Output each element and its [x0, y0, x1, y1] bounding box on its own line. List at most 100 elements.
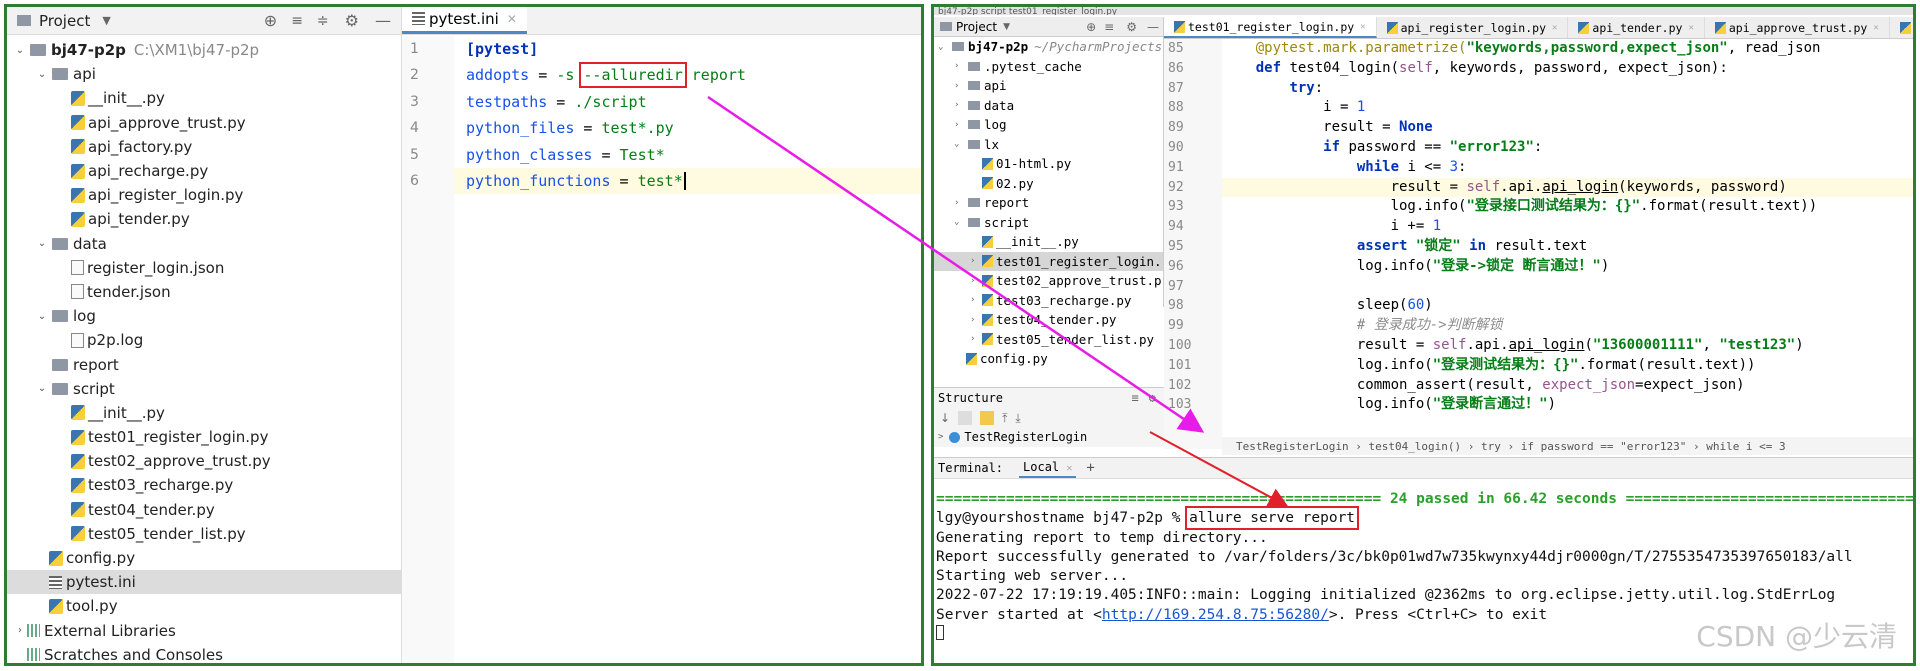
collapse-icon[interactable]: ⤓	[1015, 411, 1020, 426]
chevron-right-icon[interactable]: ›	[954, 81, 966, 91]
tree-item[interactable]: ⌄ data	[7, 232, 401, 256]
editor-tab[interactable]: test01_register_login.py ✕	[1164, 17, 1377, 38]
editor-tab[interactable]: api_approve_trust.py ✕	[1705, 17, 1890, 38]
locate-icon[interactable]: ⊕	[264, 11, 277, 30]
server-link[interactable]: http://169.254.8.75:56280/	[1102, 607, 1329, 623]
tree-item[interactable]: 01-html.py	[934, 154, 1163, 174]
close-icon[interactable]: ✕	[1688, 23, 1693, 33]
code-breadcrumb[interactable]: TestRegisterLogin › test04_login() › try…	[1222, 437, 1913, 455]
gear-icon[interactable]: ⚙	[1126, 20, 1137, 34]
expand-icon[interactable]: ⤒	[1002, 411, 1007, 426]
right-code-area[interactable]: @pytest.mark.parametrize("keywords,passw…	[1222, 39, 1913, 449]
tree-item[interactable]: __init__.py	[7, 86, 401, 110]
tree-item[interactable]: 02.py	[934, 174, 1163, 194]
tree-item[interactable]: › .pytest_cache	[934, 57, 1163, 77]
chevron-down-icon[interactable]: ⌄	[35, 69, 49, 80]
tree-item[interactable]: pytest.ini	[7, 570, 401, 595]
close-icon[interactable]: ✕	[507, 12, 517, 26]
chevron-down-icon[interactable]: ⌄	[938, 42, 950, 52]
tree-item[interactable]: test04_tender.py	[7, 498, 401, 522]
tree-item[interactable]: register_login.json	[7, 256, 401, 280]
tree-item[interactable]: test02_approve_trust.py	[7, 449, 401, 473]
add-tab-icon[interactable]: +	[1086, 460, 1094, 476]
chevron-right-icon[interactable]: ›	[954, 198, 966, 208]
tree-item[interactable]: report	[7, 352, 401, 376]
sort-alpha-icon[interactable]: ↓	[940, 411, 950, 425]
chevron-down-icon[interactable]: ⌄	[954, 217, 966, 227]
chevron-down-icon[interactable]: ⌄	[35, 311, 49, 322]
tree-item[interactable]: test03_recharge.py	[7, 473, 401, 497]
chevron-right-icon[interactable]: ›	[970, 276, 982, 286]
tree-item[interactable]: api_approve_trust.py	[7, 111, 401, 135]
chevron-right-icon[interactable]: ›	[954, 100, 966, 110]
code-line[interactable]: [pytest]	[454, 36, 921, 62]
tree-item[interactable]: › External Libraries	[7, 619, 401, 643]
tree-item[interactable]: ⌄ api	[7, 62, 401, 86]
tree-item[interactable]: › log	[934, 115, 1163, 135]
chevron-right-icon[interactable]: ›	[970, 256, 982, 266]
code-line[interactable]: python_functions = test*	[454, 167, 921, 195]
tree-item[interactable]: __init__.py	[7, 401, 401, 425]
tree-item[interactable]: › test04_tender.py	[934, 310, 1163, 330]
chevron-down-icon[interactable]: ▼	[1003, 22, 1010, 32]
tree-item[interactable]: api_tender.py	[7, 207, 401, 231]
tab-pytest-ini[interactable]: pytest.ini ✕	[402, 7, 527, 34]
right-project-title[interactable]: Project	[956, 20, 997, 34]
sort-icon[interactable]: ≡	[1132, 391, 1139, 405]
tree-item[interactable]: › test01_register_login.	[934, 251, 1163, 271]
tree-item[interactable]: ⌄ bj47-p2p C:\XM1\bj47-p2p	[7, 38, 401, 62]
chevron-down-icon[interactable]: ⌄	[35, 238, 49, 249]
close-icon[interactable]: ✕	[1360, 22, 1365, 32]
chevron-down-icon[interactable]: ⌄	[35, 383, 49, 394]
tree-item[interactable]: Scratches and Consoles	[7, 643, 401, 663]
chevron-right-icon[interactable]: ›	[954, 120, 966, 130]
code-line[interactable]: testpaths = ./script	[454, 89, 921, 115]
chevron-right-icon[interactable]: ›	[954, 61, 966, 71]
gear-icon[interactable]: ⚙	[1149, 391, 1156, 405]
tree-item[interactable]: test05_tender_list.py	[7, 522, 401, 546]
chevron-down-icon[interactable]: ⌄	[954, 139, 966, 149]
tree-item[interactable]: api_recharge.py	[7, 159, 401, 183]
tree-item[interactable]: ⌄ lx	[934, 135, 1163, 155]
code-line[interactable]: python_files = test*.py	[454, 115, 921, 141]
expand-all-icon[interactable]: ≑	[317, 13, 329, 29]
tree-item[interactable]: config.py	[934, 349, 1163, 369]
editor-tab[interactable]: api_tender.py ✕	[1568, 17, 1705, 38]
tree-item[interactable]: ⌄ log	[7, 304, 401, 328]
tree-item[interactable]: › data	[934, 96, 1163, 116]
chevron-right-icon[interactable]: ›	[970, 295, 982, 305]
tree-item[interactable]: › test02_approve_trust.p	[934, 271, 1163, 291]
chevron-right-icon[interactable]: ›	[13, 625, 27, 636]
expand-arrow-icon[interactable]: >	[938, 432, 943, 442]
chevron-down-icon[interactable]: ▼	[102, 14, 110, 27]
structure-class-label[interactable]: TestRegisterLogin	[964, 430, 1087, 444]
close-icon[interactable]: ✕	[1066, 463, 1072, 474]
tree-item[interactable]: ⌄ script	[7, 377, 401, 401]
tree-item[interactable]: › report	[934, 193, 1163, 213]
tree-item[interactable]: __init__.py	[934, 232, 1163, 252]
tree-item[interactable]: › test03_recharge.py	[934, 291, 1163, 311]
tree-item[interactable]: config.py	[7, 546, 401, 570]
code-line[interactable]: python_classes = Test*	[454, 142, 921, 168]
collapse-all-icon[interactable]: ≡	[1104, 20, 1114, 34]
code-line[interactable]: addopts = -s --alluredir report	[454, 62, 921, 89]
tree-item[interactable]: test01_register_login.py	[7, 425, 401, 449]
terminal-tab-local[interactable]: Local ✕	[1019, 458, 1077, 478]
tree-item[interactable]: ⌄ bj47-p2p ~/PycharmProjects	[934, 37, 1163, 57]
gear-icon[interactable]: ⚙	[345, 11, 359, 30]
code-area[interactable]: [pytest] addopts = -s --alluredir report t…	[454, 36, 921, 195]
tree-item[interactable]: tender.json	[7, 280, 401, 304]
chevron-right-icon[interactable]: ›	[970, 334, 982, 344]
close-icon[interactable]: ✕	[1873, 23, 1878, 33]
minimize-icon[interactable]: —	[1147, 20, 1159, 34]
locate-icon[interactable]: ⊕	[1086, 20, 1096, 34]
editor-tab[interactable]: api_fa	[1890, 17, 1913, 38]
editor-tab[interactable]: api_register_login.py ✕	[1377, 17, 1569, 38]
tree-item[interactable]: p2p.log	[7, 328, 401, 352]
chevron-right-icon[interactable]: ›	[970, 315, 982, 325]
close-icon[interactable]: ✕	[1552, 23, 1557, 33]
tree-item[interactable]: api_factory.py	[7, 135, 401, 159]
minimize-icon[interactable]: —	[375, 11, 391, 30]
filter-icon[interactable]	[958, 411, 973, 425]
tree-item[interactable]: › test05_tender_list.py	[934, 330, 1163, 350]
